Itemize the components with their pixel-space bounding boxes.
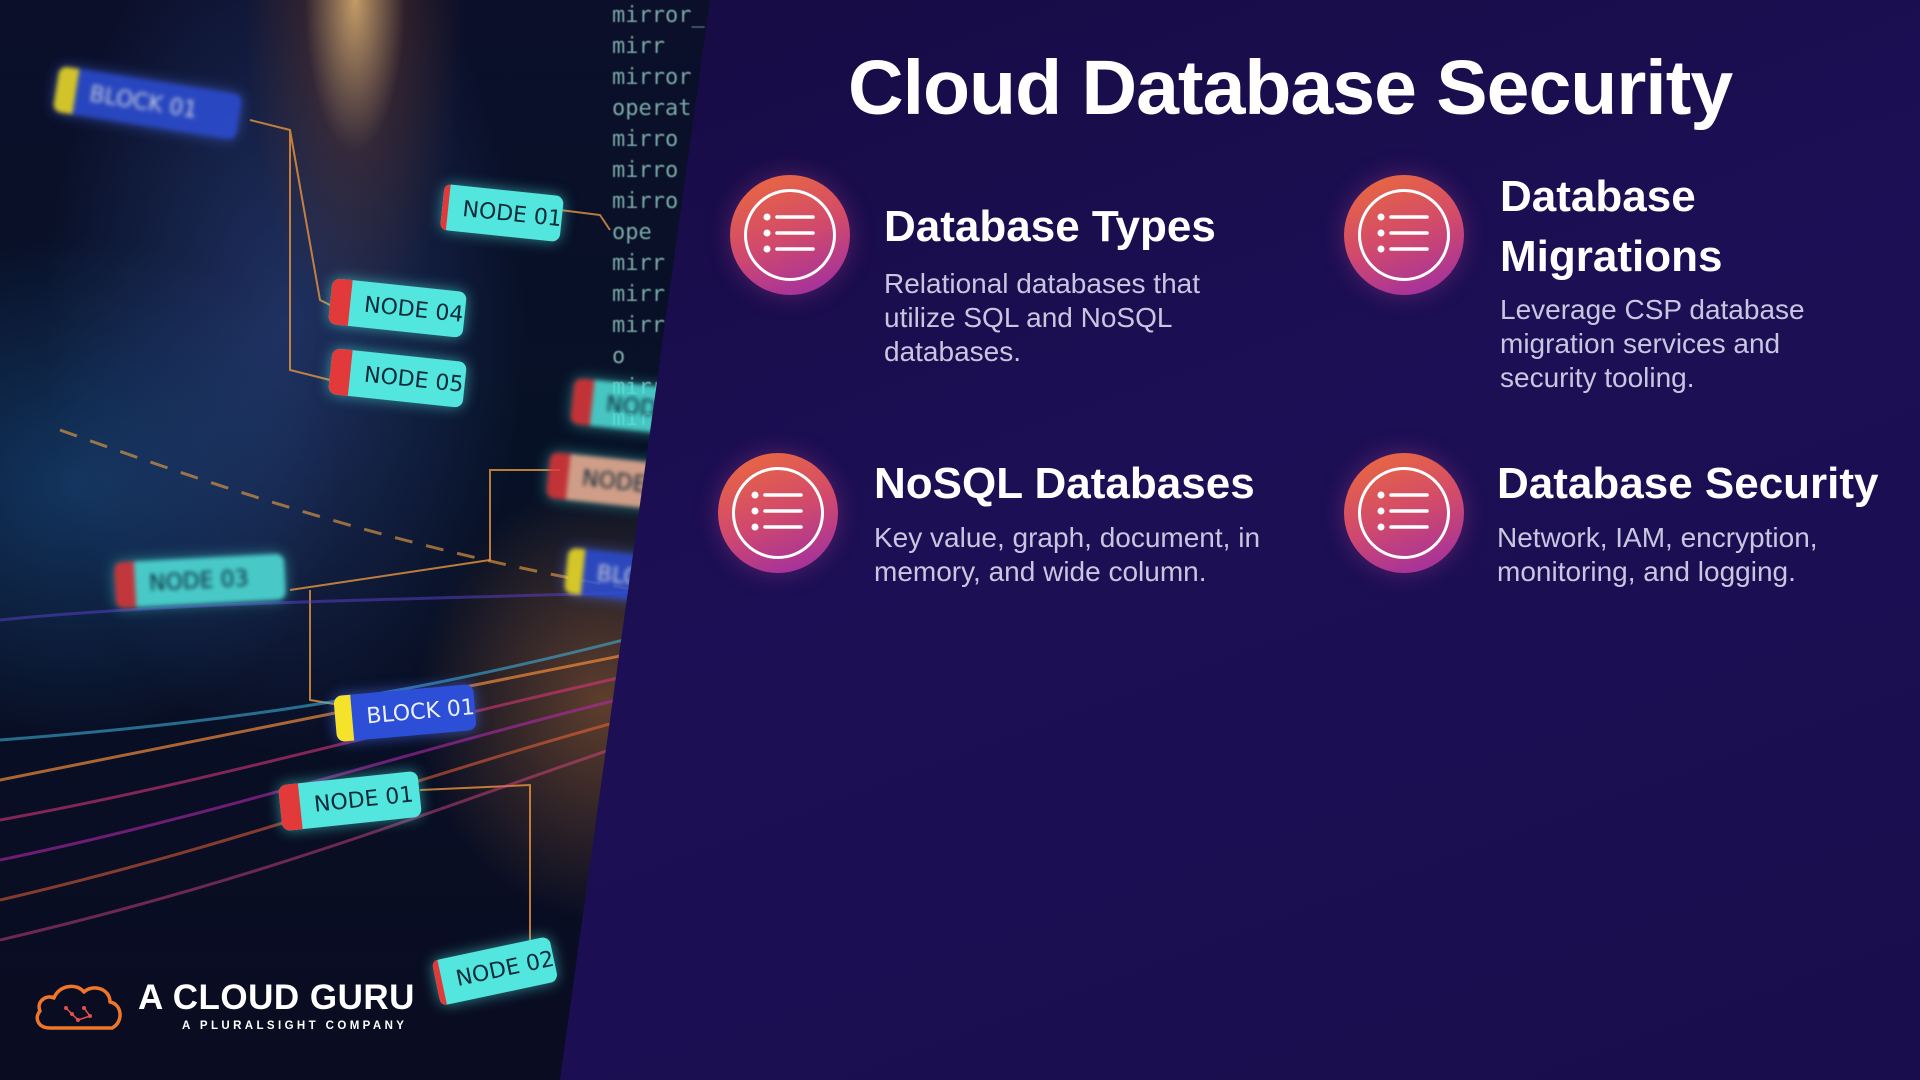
node-label: NODE 01 (461, 196, 563, 232)
card-body: Key value, graph, document, in memory, a… (874, 522, 1261, 587)
brand-tagline: A PLURALSIGHT COMPANY (182, 1020, 408, 1032)
node-03: NODE 03 (113, 553, 287, 609)
node-label: NODE 04 (362, 292, 465, 328)
code-line: mirror (612, 65, 692, 90)
code-line: operat (612, 96, 692, 121)
card-title-line-2: Migrations (1500, 232, 1723, 281)
cloud-logo-icon (35, 984, 122, 1030)
brand-name: A CLOUD GURU (138, 978, 415, 1017)
code-line: mirror_ (612, 3, 705, 28)
brand-logo: A CLOUD GURU A PLURALSIGHT COMPANY (32, 978, 415, 1034)
node-label: BLOCK 01 (87, 81, 200, 124)
list-icon (718, 453, 838, 573)
card-body: Relational databases that utilize SQL an… (884, 268, 1200, 367)
node-label: BLOCK 01 (365, 694, 476, 729)
node-label: NODE 05 (362, 362, 465, 398)
code-line: mirr (612, 34, 665, 59)
list-icon (730, 175, 850, 295)
node-label: NODE 01 (312, 781, 415, 818)
node-label: NODE 02 (453, 946, 557, 992)
node-label: NODE 03 (148, 565, 250, 597)
list-icon (1344, 453, 1464, 573)
list-icon (1344, 175, 1464, 295)
card-title: Database Types (884, 202, 1216, 251)
page-title: Cloud Database Security (848, 45, 1733, 131)
card-body: Leverage CSP database migration services… (1500, 294, 1805, 393)
card-body: Network, IAM, encryption, monitoring, an… (1497, 522, 1818, 587)
card-title: NoSQL Databases (874, 459, 1255, 508)
card-title: Database Security (1497, 459, 1879, 508)
card-title-line-1: Database (1500, 172, 1696, 221)
